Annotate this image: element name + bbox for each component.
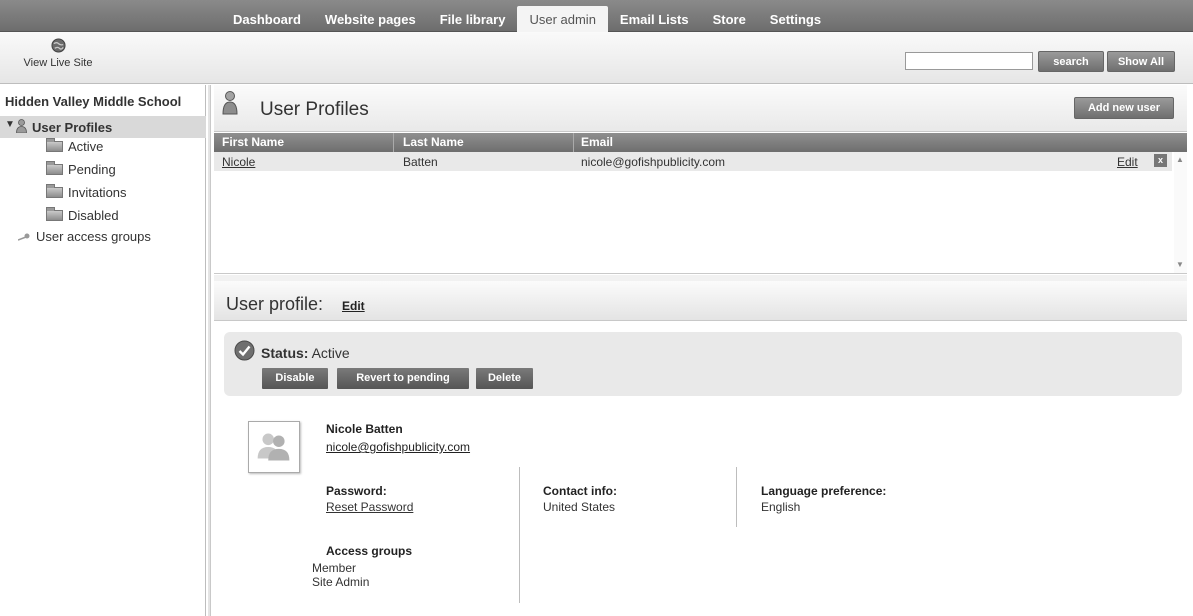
sidebar-item-label: Invitations <box>68 184 127 200</box>
column-divider <box>519 467 520 603</box>
column-header-email[interactable]: Email <box>581 135 613 149</box>
tab-website-pages[interactable]: Website pages <box>313 6 428 32</box>
user-icon <box>16 119 27 133</box>
sidebar-item-label: Pending <box>68 161 116 177</box>
email-cell: nicole@gofishpublicity.com <box>581 155 726 169</box>
sidebar-item-user-profiles[interactable]: ▼ User Profiles <box>0 116 206 138</box>
profile-name: Nicole Batten <box>326 422 403 436</box>
show-all-button[interactable]: Show All <box>1107 51 1175 72</box>
sidebar-item-invitations[interactable]: Invitations <box>46 183 127 201</box>
password-label: Password: <box>326 484 387 498</box>
status-text: Status: Active <box>261 345 350 361</box>
tab-user-admin[interactable]: User admin <box>517 6 608 32</box>
page-title: User Profiles <box>260 99 369 120</box>
view-live-site-label: View Live Site <box>23 57 93 69</box>
folder-icon <box>46 160 63 175</box>
access-group-item: Site Admin <box>312 575 369 589</box>
user-table: Nicole Batten nicole@gofishpublicity.com… <box>214 152 1187 274</box>
disable-button[interactable]: Disable <box>262 368 328 389</box>
reset-password-link[interactable]: Reset Password <box>326 500 413 514</box>
table-row[interactable]: Nicole Batten nicole@gofishpublicity.com… <box>214 152 1172 171</box>
tab-email-lists[interactable]: Email Lists <box>608 6 701 32</box>
folder-icon <box>46 206 63 221</box>
sidebar-item-disabled[interactable]: Disabled <box>46 206 119 224</box>
table-scrollbar[interactable]: ▲ ▼ <box>1174 152 1187 273</box>
top-navigation: Dashboard Website pages File library Use… <box>0 0 1193 32</box>
access-group-site-admin: Site Admin <box>312 575 370 589</box>
status-panel: Status: Active Disable Revert to pending… <box>224 332 1182 396</box>
column-header-last-name[interactable]: Last Name <box>403 135 464 149</box>
key-icon <box>18 233 30 241</box>
scroll-up-icon[interactable]: ▲ <box>1176 155 1184 164</box>
toolbar: View Live Site search Show All <box>0 32 1193 84</box>
contact-info-label: Contact info: <box>543 484 617 498</box>
access-groups-label: Access groups <box>326 544 413 558</box>
contact-info-value: United States <box>543 500 616 514</box>
avatar <box>248 421 300 473</box>
tab-dashboard[interactable]: Dashboard <box>221 6 313 32</box>
sidebar-divider <box>208 85 211 616</box>
delete-button[interactable]: Delete <box>476 368 533 389</box>
folder-icon <box>46 137 63 152</box>
school-name: Hidden Valley Middle School <box>5 94 182 109</box>
status-label: Status: <box>261 345 309 361</box>
scroll-down-icon[interactable]: ▼ <box>1176 260 1184 269</box>
tab-file-library[interactable]: File library <box>428 6 518 32</box>
access-group-item: Member <box>312 561 356 575</box>
sidebar-item-active[interactable]: Active <box>46 137 103 155</box>
status-value: Active <box>311 345 350 361</box>
user-profile-title: User profile: <box>226 294 324 314</box>
user-profiles-header: User Profiles Add new user <box>214 85 1187 132</box>
user-icon <box>222 91 238 115</box>
last-name-cell: Batten <box>403 155 438 169</box>
profile-edit-link[interactable]: Edit <box>342 299 365 313</box>
sidebar-item-user-access-groups[interactable]: User access groups <box>18 229 151 244</box>
sidebar: Hidden Valley Middle School ▼ User Profi… <box>0 85 206 616</box>
delete-row-icon[interactable]: x <box>1154 154 1167 167</box>
first-name-link[interactable]: Nicole <box>222 155 255 169</box>
sidebar-item-pending[interactable]: Pending <box>46 160 116 178</box>
main-content: User Profiles Add new user First Name La… <box>214 85 1193 616</box>
column-divider <box>393 133 394 152</box>
sidebar-item-label: Disabled <box>68 207 119 223</box>
language-preference-label: Language preference: <box>761 484 887 498</box>
folder-icon <box>46 183 63 198</box>
globe-icon <box>50 38 66 53</box>
access-group-member: Member <box>312 561 357 575</box>
add-new-user-button[interactable]: Add new user <box>1074 97 1174 119</box>
sidebar-item-label: User access groups <box>36 229 151 244</box>
nav-tabs: Dashboard Website pages File library Use… <box>221 6 833 32</box>
user-profile-header: User profile: Edit <box>214 281 1187 321</box>
sidebar-item-label: Active <box>68 138 104 154</box>
column-divider <box>573 133 574 152</box>
revert-to-pending-button[interactable]: Revert to pending <box>337 368 469 389</box>
profile-email-link[interactable]: nicole@gofishpublicity.com <box>326 440 470 454</box>
tab-store[interactable]: Store <box>701 6 758 32</box>
view-live-site-link[interactable]: View Live Site <box>8 38 108 69</box>
row-edit-link[interactable]: Edit <box>1117 155 1138 169</box>
expand-triangle-icon[interactable]: ▼ <box>5 119 15 130</box>
sidebar-item-label: User Profiles <box>32 120 113 135</box>
search-input[interactable] <box>905 52 1033 70</box>
tab-settings[interactable]: Settings <box>758 6 833 32</box>
table-header: First Name Last Name Email <box>214 133 1187 152</box>
column-header-first-name[interactable]: First Name <box>222 135 284 149</box>
column-divider <box>736 467 737 527</box>
checkmark-icon <box>234 340 255 361</box>
language-preference-value: English <box>761 500 801 514</box>
users-icon <box>257 433 290 461</box>
search-button[interactable]: search <box>1038 51 1104 72</box>
